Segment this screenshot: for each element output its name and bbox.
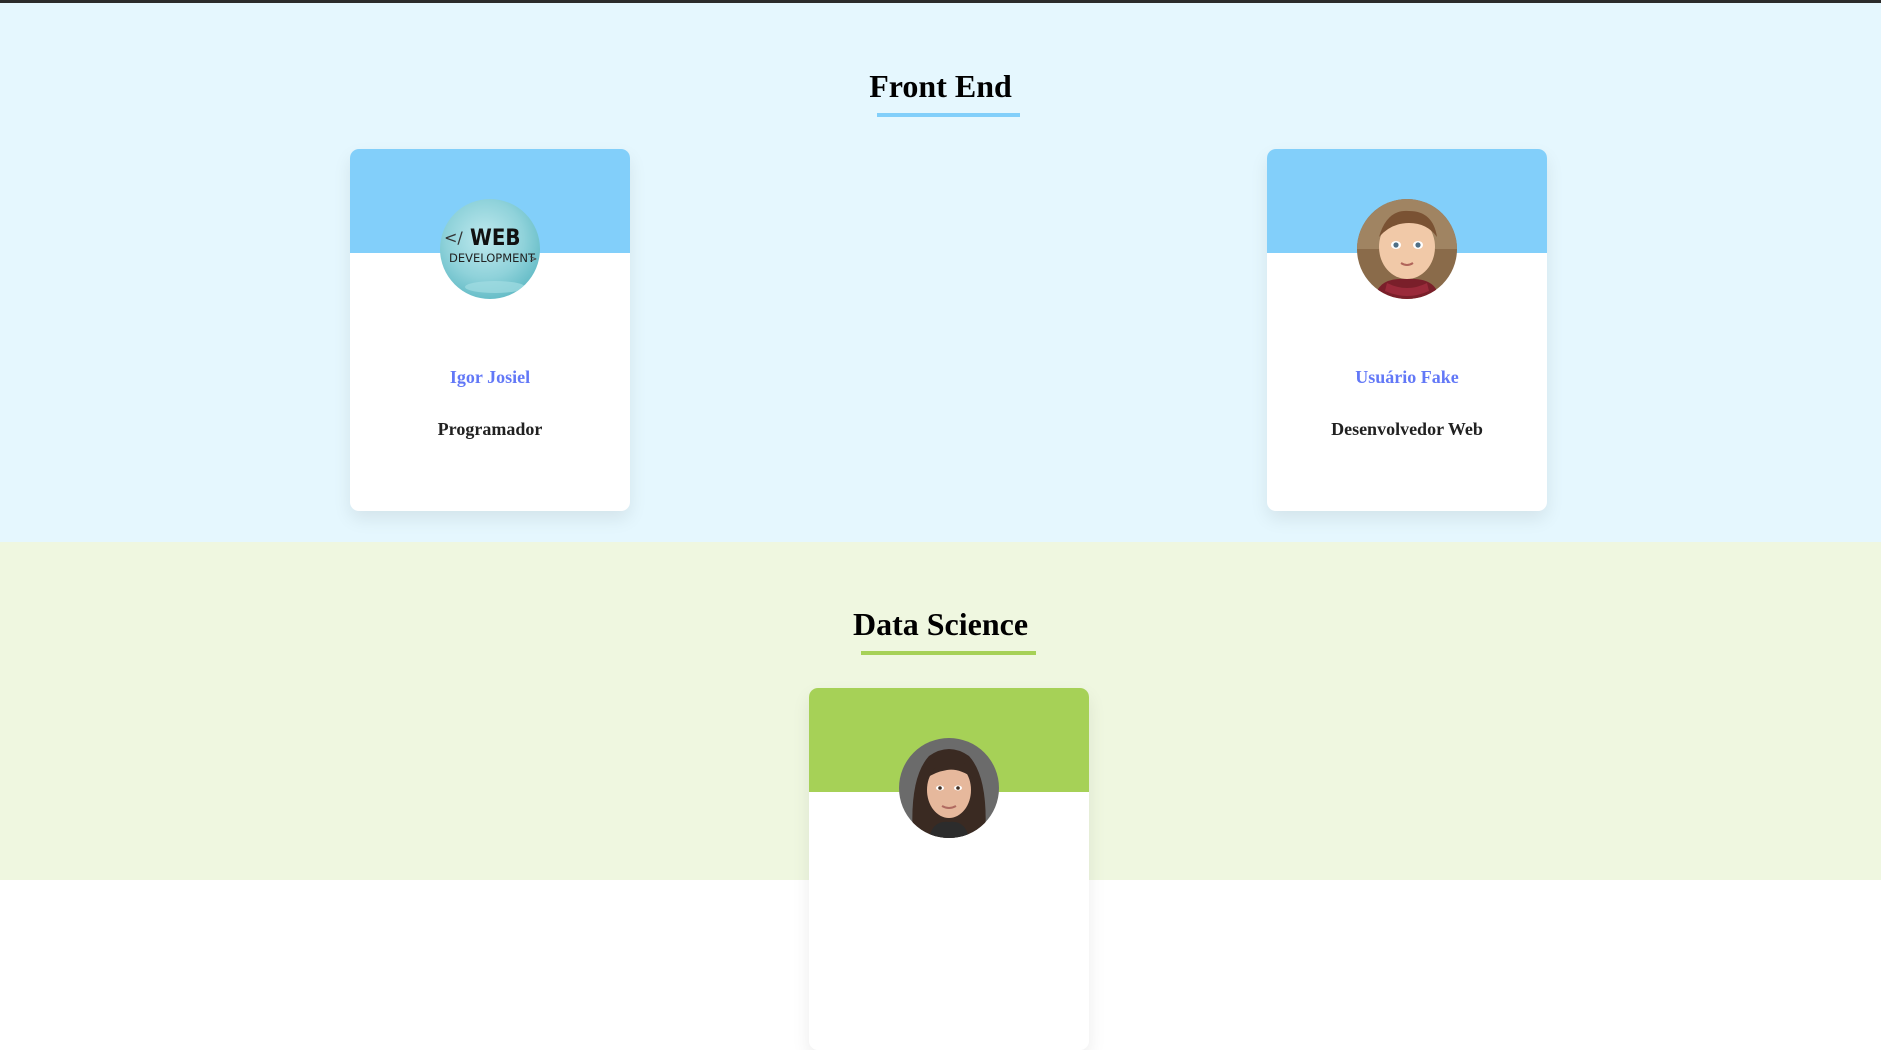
avatar-text-web: WEB: [470, 226, 520, 251]
member-card-igor-josiel[interactable]: </ WEB DEVELOPMENT > Igor Josiel Program…: [350, 149, 630, 511]
section-title-underline: [877, 113, 1020, 117]
svg-text:</: </: [444, 228, 463, 247]
woman-portrait-icon: [899, 738, 999, 838]
section-front-end: Front End </ WEB DEVELOPMENT > Igor Josi…: [0, 3, 1881, 542]
section-title-data-science: Data Science: [852, 606, 1029, 642]
section-title-front-end: Front End: [869, 68, 1012, 104]
avatar-text-development: DEVELOPMENT: [449, 251, 536, 265]
member-role: Desenvolvedor Web: [1331, 419, 1483, 439]
member-card-usuario-fake[interactable]: Usuário Fake Desenvolvedor Web: [1267, 149, 1547, 511]
svg-text:>: >: [529, 254, 537, 265]
member-role: Programador: [437, 419, 543, 439]
member-name: Igor Josiel: [449, 367, 531, 387]
section-data-science: Data Science: [0, 542, 1881, 1050]
member-card-data-science[interactable]: [809, 688, 1089, 1050]
web-development-logo-icon: </ WEB DEVELOPMENT >: [440, 199, 540, 299]
section-title-underline: [861, 651, 1036, 655]
child-portrait-icon: [1357, 199, 1457, 299]
avatar-child-photo: [1357, 199, 1457, 299]
avatar-woman-photo: [899, 738, 999, 838]
member-name: Usuário Fake: [1355, 367, 1459, 387]
avatar-web-development: </ WEB DEVELOPMENT >: [440, 199, 540, 299]
